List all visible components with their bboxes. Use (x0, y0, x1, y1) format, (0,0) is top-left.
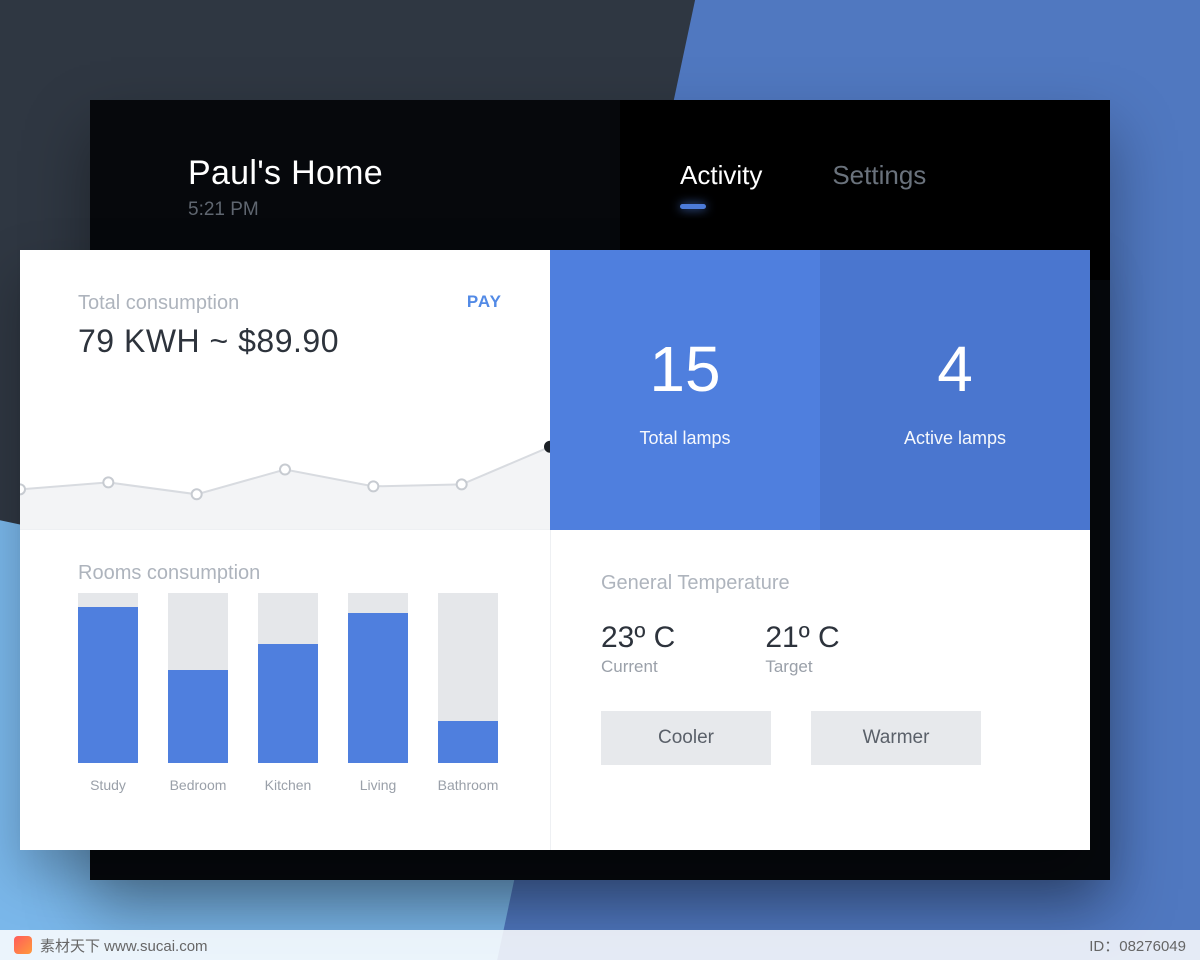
active-lamps-value: 4 (937, 332, 973, 406)
rooms-bar-chart: Study Bedroom Kitchen Living Bathroom (78, 613, 502, 793)
active-lamps-label: Active lamps (904, 428, 1006, 449)
bar-kitchen[interactable]: Kitchen (258, 593, 318, 793)
current-temp-value: 23º C (601, 621, 675, 655)
bar-label: Kitchen (265, 777, 312, 793)
rooms-label: Rooms consumption (78, 562, 502, 585)
current-temp-block: 23º C Current (601, 621, 675, 677)
total-lamps-value: 15 (649, 332, 720, 406)
target-temp-caption: Target (765, 657, 839, 677)
watermark-id: ID：08276049 (1089, 935, 1186, 956)
watermark-logo-icon (14, 936, 32, 954)
lamps-panel: 15 Total lamps 4 Active lamps (550, 250, 1090, 530)
target-temp-value: 21º C (765, 621, 839, 655)
bar-label: Living (360, 777, 397, 793)
home-title: Paul's Home (188, 154, 620, 193)
temperature-panel: General Temperature 23º C Current 21º C … (550, 530, 1090, 850)
active-lamps-tile[interactable]: 4 Active lamps (820, 250, 1090, 530)
consumption-value: 79 KWH ~ $89.90 (78, 323, 502, 360)
consumption-label: Total consumption (78, 292, 502, 315)
consumption-sparkline (20, 419, 550, 529)
total-lamps-label: Total lamps (639, 428, 730, 449)
tab-settings[interactable]: Settings (832, 160, 926, 191)
warmer-button[interactable]: Warmer (811, 711, 981, 765)
main-card: Total consumption 79 KWH ~ $89.90 PAY 15… (20, 250, 1090, 850)
bar-label: Bathroom (438, 777, 499, 793)
current-temp-caption: Current (601, 657, 675, 677)
clock-time: 5:21 PM (188, 199, 620, 221)
bar-bathroom[interactable]: Bathroom (438, 593, 498, 793)
watermark-bar: 素材天下 www.sucai.com ID：08276049 (0, 930, 1200, 960)
cooler-button[interactable]: Cooler (601, 711, 771, 765)
bar-bedroom[interactable]: Bedroom (168, 593, 228, 793)
target-temp-block: 21º C Target (765, 621, 839, 677)
rooms-panel: Rooms consumption Study Bedroom Kitchen Liv… (20, 530, 550, 850)
temperature-label: General Temperature (601, 572, 1042, 595)
consumption-panel: Total consumption 79 KWH ~ $89.90 PAY (20, 250, 550, 530)
total-lamps-tile[interactable]: 15 Total lamps (550, 250, 820, 530)
pay-button[interactable]: PAY (467, 292, 502, 312)
bar-study[interactable]: Study (78, 593, 138, 793)
watermark-site: 素材天下 www.sucai.com (40, 935, 208, 956)
bar-living[interactable]: Living (348, 593, 408, 793)
bar-label: Bedroom (170, 777, 227, 793)
bar-label: Study (90, 777, 126, 793)
tab-activity[interactable]: Activity (680, 160, 762, 191)
